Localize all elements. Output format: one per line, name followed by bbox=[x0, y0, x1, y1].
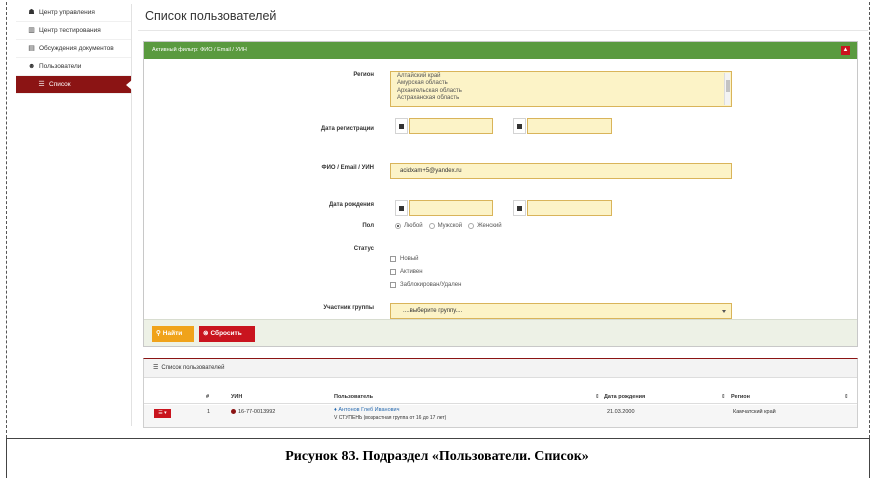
sort-icon[interactable]: ⇕ bbox=[721, 394, 726, 400]
divider bbox=[138, 30, 868, 31]
reset-icon: ⊗ bbox=[203, 330, 209, 337]
row-number: 1 bbox=[207, 409, 211, 415]
filter-footer: ⚲ Найти ⊗ Сбросить bbox=[144, 319, 857, 346]
birth-date-to-input[interactable] bbox=[527, 200, 612, 216]
gender-radio-female[interactable]: Женский bbox=[468, 223, 502, 229]
sidebar-item-testing[interactable]: ▥ Центр тестирования bbox=[16, 22, 131, 40]
row-uin: 16-77-0013992 bbox=[231, 409, 275, 415]
sort-icon[interactable]: ⇕ bbox=[844, 394, 849, 400]
user-name-link[interactable]: ♦ Антонов Глеб Иванович bbox=[334, 407, 400, 413]
region-multiselect[interactable]: Алтайский край Амурская область Архангел… bbox=[390, 71, 732, 107]
group-label: Участник группы bbox=[323, 305, 374, 311]
status-checkbox-active[interactable]: Активен bbox=[390, 265, 461, 278]
column-uin: УИН bbox=[231, 394, 243, 400]
table-row: ☰ ▾ 1 16-77-0013992 ♦ Антонов Глеб Ивано… bbox=[144, 405, 857, 427]
active-filter-text: Активный фильтр: ФИО / Email / УИН bbox=[152, 47, 247, 53]
column-region[interactable]: Регион bbox=[731, 394, 750, 400]
column-birth[interactable]: Дата рождения bbox=[604, 394, 645, 400]
checkbox[interactable] bbox=[390, 268, 396, 275]
group-select[interactable]: ....выберите группу.... bbox=[390, 303, 732, 319]
reg-date-label: Дата регистрации bbox=[320, 126, 374, 132]
checkbox[interactable] bbox=[390, 255, 396, 262]
reg-date-from-input[interactable] bbox=[409, 118, 493, 134]
group-placeholder: ....выберите группу.... bbox=[403, 308, 463, 314]
filter-body: Регион Алтайский край Амурская область А… bbox=[144, 59, 857, 322]
region-label: Регион bbox=[353, 72, 374, 78]
sidebar-item-label: Пользователи bbox=[39, 62, 82, 70]
calendar-icon[interactable] bbox=[395, 118, 408, 134]
user-level: V СТУПЕНЬ (возрастная группа от 16 до 17… bbox=[334, 415, 447, 421]
gender-label: Пол bbox=[362, 223, 374, 229]
users-icon: ☻ bbox=[28, 63, 36, 70]
list-icon: ☰ bbox=[153, 364, 159, 371]
reset-button[interactable]: ⊗ Сбросить bbox=[199, 326, 255, 342]
list-icon: ☰ bbox=[38, 81, 45, 88]
status-label: Статус bbox=[353, 246, 374, 252]
region-option[interactable]: Амурская область bbox=[397, 80, 725, 87]
gender-radio-group: Любой Мужской Женский bbox=[395, 223, 502, 229]
row-region: Камчатский край bbox=[733, 409, 776, 415]
filter-panel: Активный фильтр: ФИО / Email / УИН ▲ Рег… bbox=[143, 41, 858, 347]
figure-caption: Рисунок 83. Подраздел «Пользователи. Спи… bbox=[285, 449, 589, 464]
sidebar-item-label: Центр управления bbox=[39, 8, 95, 16]
status-checkbox-new[interactable]: Новый bbox=[390, 252, 461, 265]
list-title: Список пользователей bbox=[161, 364, 225, 371]
sidebar-item-label: Список bbox=[49, 80, 71, 88]
radio-dot[interactable] bbox=[428, 223, 435, 229]
checkbox[interactable] bbox=[390, 281, 396, 288]
calendar-icon[interactable] bbox=[395, 200, 408, 216]
collapse-icon[interactable]: ▲ bbox=[841, 46, 850, 55]
region-option[interactable]: Астраханская область bbox=[397, 95, 725, 102]
gender-radio-male[interactable]: Мужской bbox=[428, 223, 462, 229]
row-birth-date: 21.03.2000 bbox=[607, 409, 635, 415]
birth-date-label: Дата рождения bbox=[328, 202, 374, 208]
list-header: ☰ Список пользователей bbox=[144, 359, 857, 378]
status-dot-icon bbox=[231, 409, 236, 415]
calendar-icon[interactable] bbox=[513, 200, 526, 216]
sort-icon[interactable]: ⇕ bbox=[595, 394, 600, 400]
find-button[interactable]: ⚲ Найти bbox=[152, 326, 194, 342]
status-checkbox-group: Новый Активен Заблокирован/Удален bbox=[390, 252, 461, 291]
filter-header: Активный фильтр: ФИО / Email / УИН ▲ bbox=[144, 42, 857, 59]
status-checkbox-blocked[interactable]: Заблокирован/Удален bbox=[390, 278, 461, 291]
sidebar-item-users[interactable]: ☻ Пользователи bbox=[16, 58, 131, 76]
chevron-down-icon bbox=[722, 310, 726, 313]
caption-border bbox=[6, 438, 870, 439]
gender-radio-any[interactable]: Любой bbox=[395, 223, 423, 229]
dashboard-icon: ☗ bbox=[28, 9, 35, 16]
user-list-panel: ☰ Список пользователей # УИН Пользовател… bbox=[143, 358, 858, 428]
search-icon: ⚲ bbox=[156, 330, 161, 337]
region-option[interactable]: Алтайский край bbox=[397, 73, 725, 80]
scrollbar-thumb[interactable] bbox=[726, 80, 730, 92]
document-icon: ▤ bbox=[28, 45, 35, 52]
region-option[interactable]: Архангельская область bbox=[397, 88, 725, 95]
column-user[interactable]: Пользователь bbox=[334, 394, 373, 400]
sidebar-item-label: Обсуждения документов bbox=[39, 44, 114, 52]
sidebar: ☗ Центр управления ▥ Центр тестирования … bbox=[16, 4, 132, 426]
page-title: Список пользователей bbox=[145, 9, 277, 23]
radio-dot[interactable] bbox=[468, 223, 475, 229]
sidebar-item-label: Центр тестирования bbox=[39, 26, 101, 34]
row-user: ♦ Антонов Глеб Иванович V СТУПЕНЬ (возра… bbox=[334, 407, 446, 421]
divider bbox=[144, 403, 857, 404]
birth-date-from-input[interactable] bbox=[409, 200, 493, 216]
column-number: # bbox=[206, 394, 210, 400]
row-actions-button[interactable]: ☰ ▾ bbox=[154, 409, 171, 418]
fio-label: ФИО / Email / УИН bbox=[321, 165, 375, 171]
reg-date-to-input[interactable] bbox=[527, 118, 612, 134]
region-scrollbar[interactable] bbox=[724, 73, 730, 105]
sidebar-item-list[interactable]: ☰ Список bbox=[16, 76, 132, 94]
building-icon: ▥ bbox=[28, 27, 35, 34]
radio-dot[interactable] bbox=[395, 223, 401, 229]
calendar-icon[interactable] bbox=[513, 118, 526, 134]
fio-email-uin-input[interactable]: acidxam+5@yandex.ru bbox=[390, 163, 732, 179]
sidebar-item-documents[interactable]: ▤ Обсуждения документов bbox=[16, 40, 131, 58]
sidebar-item-dashboard[interactable]: ☗ Центр управления bbox=[16, 4, 131, 22]
